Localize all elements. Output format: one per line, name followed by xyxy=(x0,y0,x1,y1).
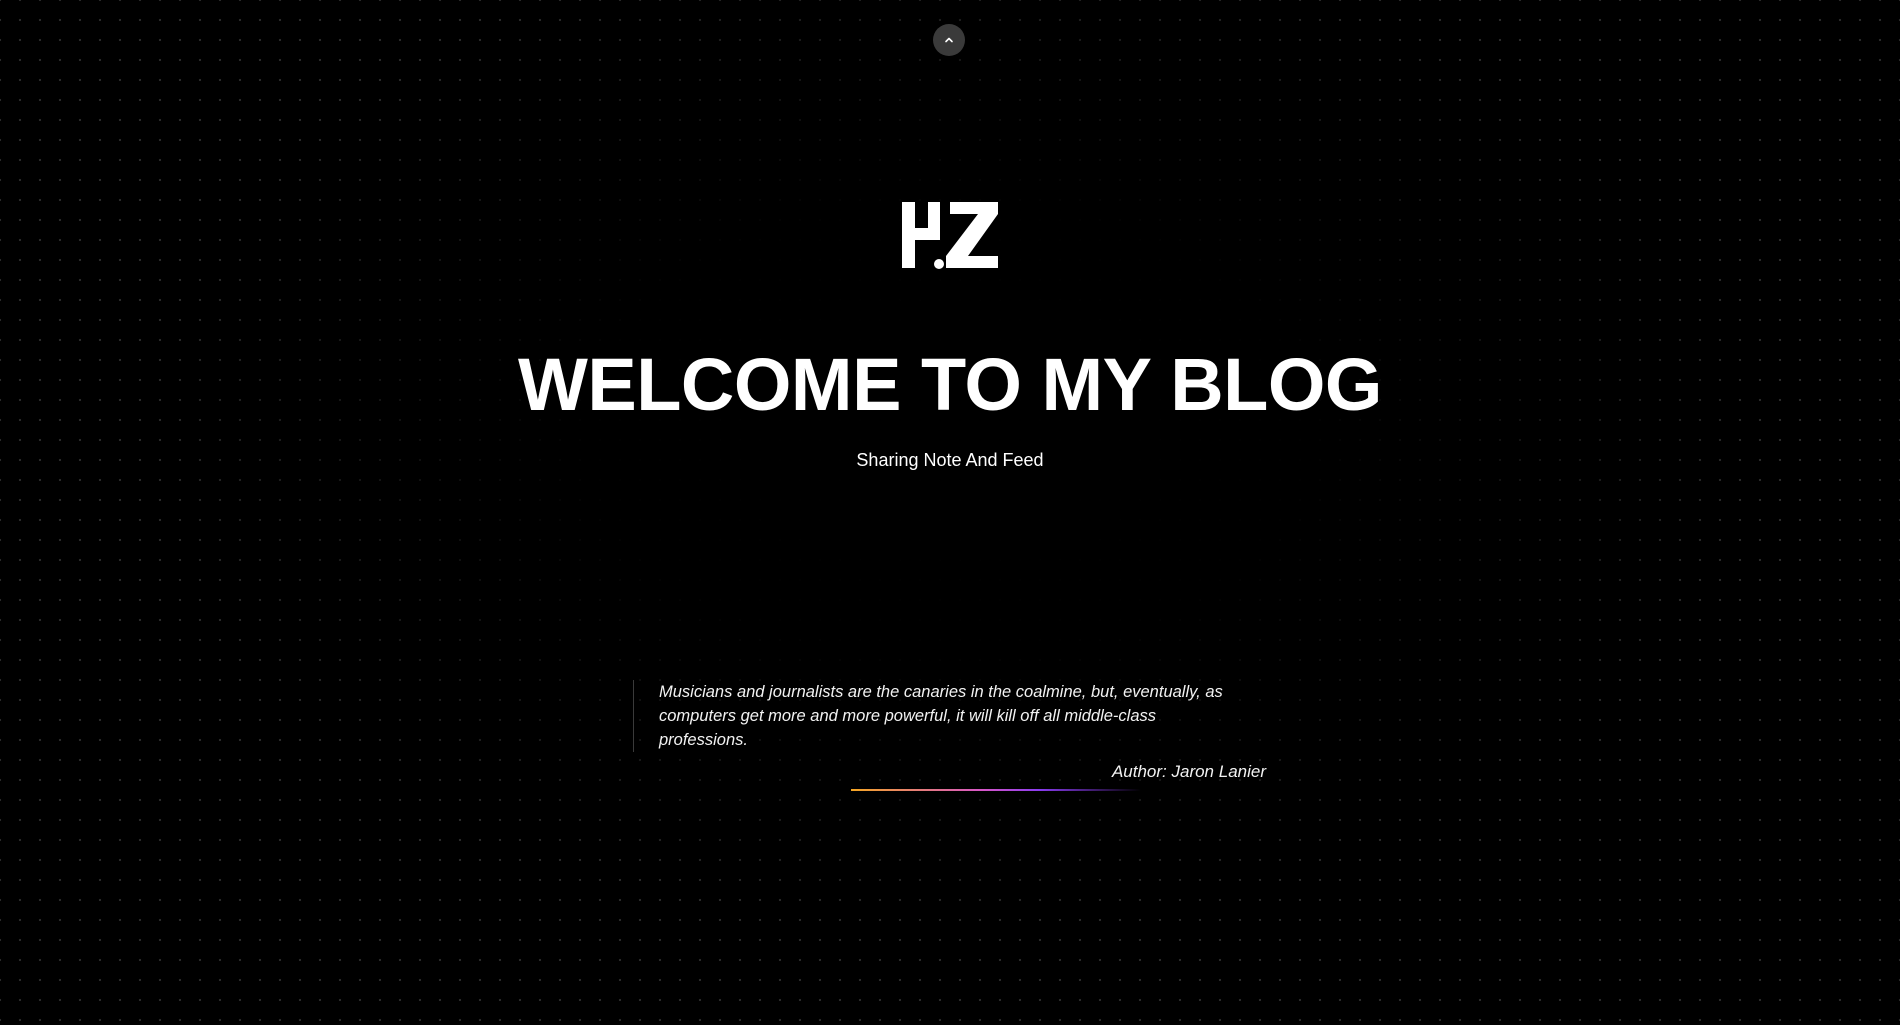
quote-author: Author: Jaron Lanier xyxy=(1111,762,1266,781)
page-subtitle: Sharing Note And Feed xyxy=(856,450,1044,470)
quote-block: Musicians and journalists are the canari… xyxy=(633,680,1299,752)
quote-underline xyxy=(851,789,1141,791)
hz-logo[interactable] xyxy=(900,200,1000,274)
page: WELCOME TO MY BLOG Sharing Note And Feed… xyxy=(0,0,1900,1025)
scroll-to-top-button[interactable] xyxy=(933,24,965,56)
chevron-up-icon xyxy=(945,37,953,43)
background-vignette xyxy=(0,0,1900,1025)
page-title: WELCOME TO MY BLOG xyxy=(518,343,1382,426)
quote-text: Musicians and journalists are the canari… xyxy=(659,683,1223,749)
